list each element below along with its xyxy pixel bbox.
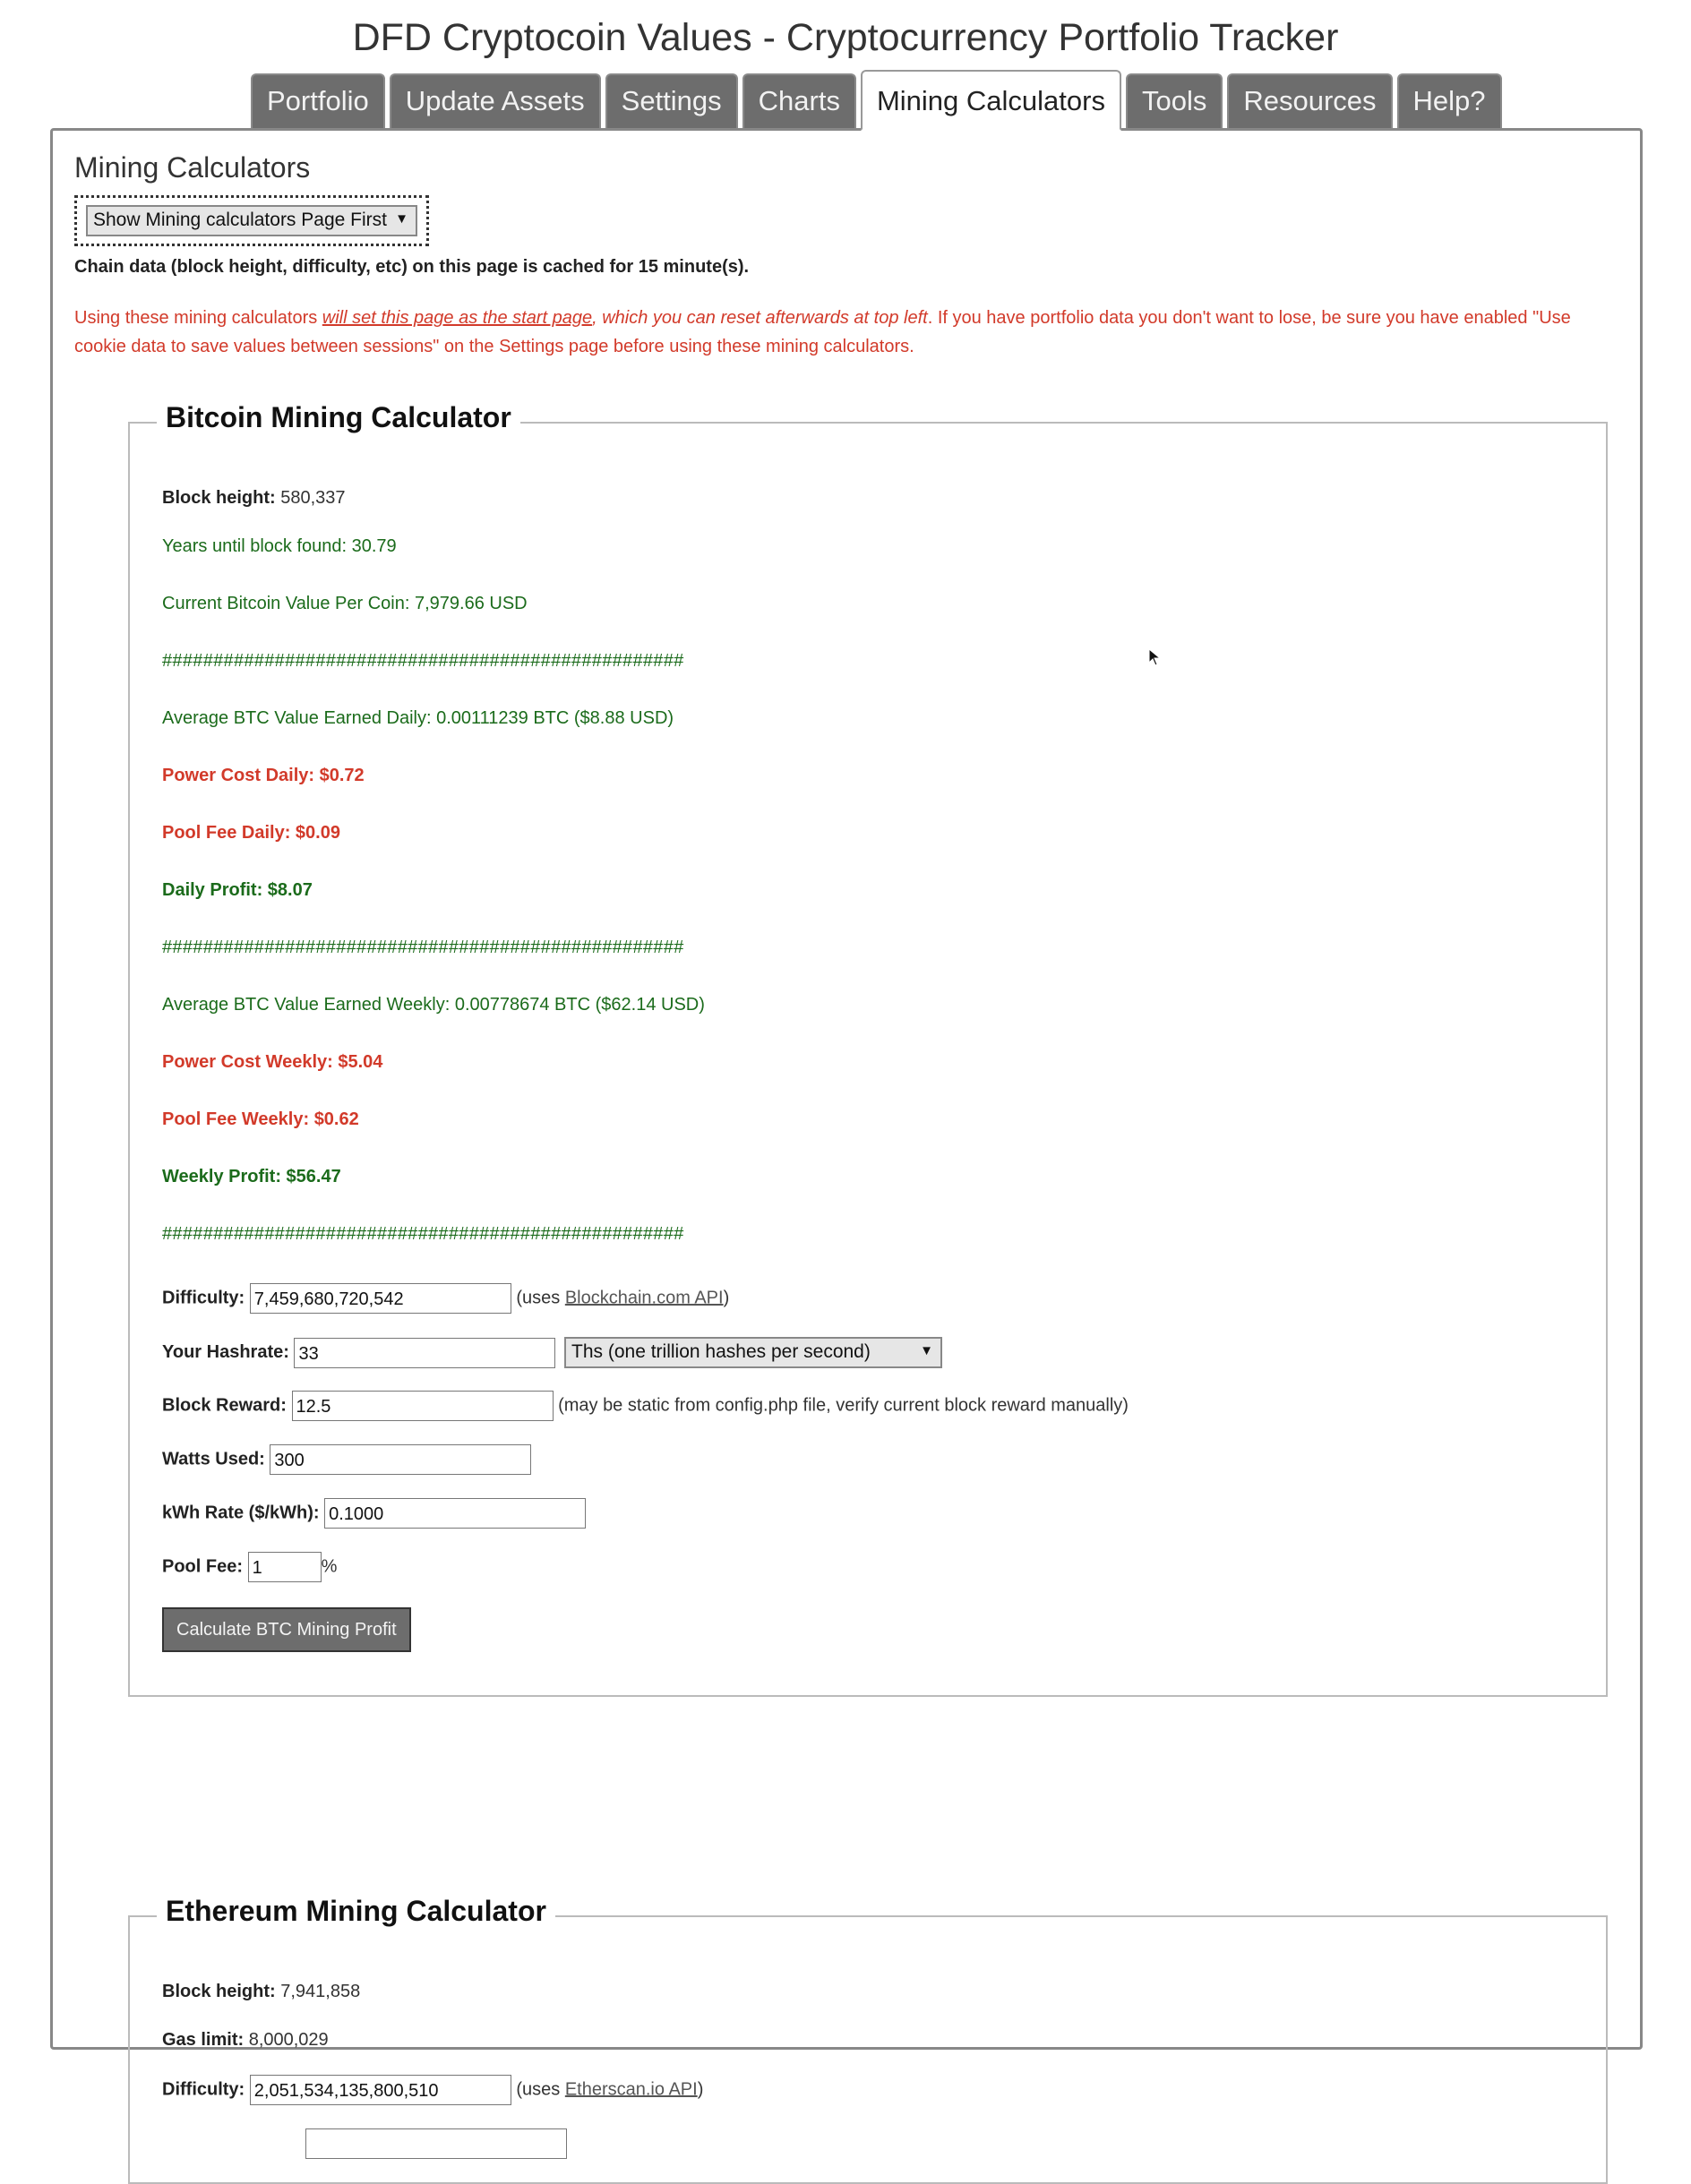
btc-pool-fee-daily: Pool Fee Daily: $0.09 bbox=[162, 823, 340, 843]
eth-api-link[interactable]: Etherscan.io API bbox=[565, 2079, 698, 2099]
btc-kwh-input[interactable]: 0.1000 bbox=[324, 1498, 587, 1529]
btc-block-height: Block height: 580,337 bbox=[162, 488, 346, 509]
eth-difficulty-input[interactable]: 2,051,534,135,800,510 bbox=[249, 2075, 511, 2105]
btc-pool-fee-unit: % bbox=[321, 1556, 338, 1577]
section-title: Mining Calculators bbox=[74, 151, 311, 184]
cache-note: Chain data (block height, difficulty, et… bbox=[74, 257, 750, 277]
mouse-cursor-icon bbox=[1148, 648, 1161, 666]
tab-resources[interactable]: Resources bbox=[1227, 73, 1393, 129]
btc-power-cost-weekly: Power Cost Weekly: $5.04 bbox=[162, 1052, 383, 1072]
btc-pool-fee-label: Pool Fee: bbox=[162, 1556, 244, 1577]
page-title: DFD Cryptocoin Values - Cryptocurrency P… bbox=[352, 16, 1339, 59]
tab-tools[interactable]: Tools bbox=[1125, 73, 1223, 129]
btc-uses-prefix: (uses bbox=[516, 1288, 565, 1308]
btc-watts-row: Watts Used: 300 bbox=[162, 1444, 532, 1475]
warning-text-1: Using these mining calculators bbox=[74, 308, 322, 328]
eth-calculator: Ethereum Mining Calculator Block height:… bbox=[128, 1895, 1608, 2184]
btc-api-link[interactable]: Blockchain.com API bbox=[565, 1288, 724, 1307]
btc-calculator-title: Bitcoin Mining Calculator bbox=[157, 401, 520, 434]
btc-hashrate-label: Your Hashrate: bbox=[162, 1341, 289, 1362]
warning-start-page-link[interactable]: will set this page as the start page bbox=[322, 308, 592, 328]
tab-update-assets[interactable]: Update Assets bbox=[389, 73, 601, 129]
separator: ########################################… bbox=[162, 651, 684, 671]
btc-kwh-row: kWh Rate ($/kWh): 0.1000 bbox=[162, 1498, 587, 1529]
btc-reward-note: (may be static from config.php file, ver… bbox=[558, 1395, 1129, 1416]
eth-difficulty-row: Difficulty: 2,051,534,135,800,510 (uses … bbox=[162, 2075, 703, 2105]
eth-block-height-value: 7,941,858 bbox=[280, 1982, 361, 2001]
eth-uses-suffix: ) bbox=[697, 2079, 704, 2100]
tab-settings[interactable]: Settings bbox=[605, 73, 738, 129]
tab-help[interactable]: Help? bbox=[1396, 73, 1502, 129]
btc-hashrate-row: Your Hashrate: 33 Ths (one trillion hash… bbox=[162, 1337, 943, 1368]
btc-years-until: Years until block found: 30.79 bbox=[162, 536, 397, 556]
eth-gas-limit-label: Gas limit: bbox=[162, 2030, 245, 2050]
eth-difficulty-label: Difficulty: bbox=[162, 2079, 245, 2100]
btc-hashrate-input[interactable]: 33 bbox=[294, 1337, 556, 1368]
btc-power-cost-daily: Power Cost Daily: $0.72 bbox=[162, 766, 365, 785]
chevron-down-icon: ▼ bbox=[920, 1343, 934, 1358]
btc-difficulty-row: Difficulty: 7,459,680,720,542 (uses Bloc… bbox=[162, 1283, 729, 1314]
start-page-select-value: Show Mining calculators Page First bbox=[93, 210, 387, 230]
eth-block-height: Block height: 7,941,858 bbox=[162, 1982, 360, 2002]
btc-pool-fee-input[interactable]: 1 bbox=[247, 1552, 322, 1582]
btc-weekly-profit: Weekly Profit: $56.47 bbox=[162, 1167, 341, 1186]
btc-kwh-label: kWh Rate ($/kWh): bbox=[162, 1503, 320, 1523]
btc-calculator: Bitcoin Mining Calculator Block height: … bbox=[128, 401, 1608, 1697]
btc-hashrate-unit-value: Ths (one trillion hashes per second) bbox=[571, 1341, 871, 1362]
btc-pool-fee-weekly: Pool Fee Weekly: $0.62 bbox=[162, 1109, 359, 1129]
btc-uses-suffix: ) bbox=[723, 1288, 730, 1308]
tab-portfolio[interactable]: Portfolio bbox=[251, 73, 385, 129]
btc-daily-earned: Average BTC Value Earned Daily: 0.001112… bbox=[162, 708, 674, 728]
start-page-warning: Using these mining calculators will set … bbox=[74, 304, 1624, 361]
btc-coin-value: Current Bitcoin Value Per Coin: 7,979.66… bbox=[162, 594, 528, 613]
btc-watts-label: Watts Used: bbox=[162, 1449, 265, 1469]
tab-charts[interactable]: Charts bbox=[742, 73, 856, 129]
btc-reward-label: Block Reward: bbox=[162, 1395, 287, 1416]
eth-gas-limit: Gas limit: 8,000,029 bbox=[162, 2030, 329, 2051]
warning-text-2: , which you can reset afterwards at top … bbox=[592, 308, 928, 328]
eth-uses-prefix: (uses bbox=[516, 2079, 565, 2100]
separator: ########################################… bbox=[162, 1224, 684, 1244]
btc-block-height-value: 580,337 bbox=[280, 488, 346, 508]
start-page-select[interactable]: Show Mining calculators Page First ▼ bbox=[86, 205, 417, 236]
btc-daily-profit: Daily Profit: $8.07 bbox=[162, 880, 313, 900]
content-panel: Mining Calculators Show Mining calculato… bbox=[50, 128, 1643, 2184]
btc-difficulty-input[interactable]: 7,459,680,720,542 bbox=[249, 1283, 511, 1314]
eth-calculator-title: Ethereum Mining Calculator bbox=[157, 1895, 555, 1928]
start-page-select-wrapper: Show Mining calculators Page First ▼ bbox=[74, 195, 429, 246]
chevron-down-icon: ▼ bbox=[395, 211, 408, 227]
btc-hashrate-unit-select[interactable]: Ths (one trillion hashes per second) ▼ bbox=[564, 1337, 943, 1368]
btc-pool-fee-row: Pool Fee: 1% bbox=[162, 1552, 337, 1582]
separator: ########################################… bbox=[162, 938, 684, 957]
calculate-btc-button[interactable]: Calculate BTC Mining Profit bbox=[162, 1607, 411, 1652]
eth-block-height-label: Block height: bbox=[162, 1982, 276, 2001]
tab-bar: Portfolio Update Assets Settings Charts … bbox=[251, 70, 1502, 131]
eth-gas-limit-value: 8,000,029 bbox=[248, 2030, 329, 2050]
btc-difficulty-label: Difficulty: bbox=[162, 1288, 245, 1308]
btc-watts-input[interactable]: 300 bbox=[270, 1444, 532, 1475]
btc-reward-input[interactable]: 12.5 bbox=[291, 1391, 554, 1421]
btc-reward-row: Block Reward: 12.5 (may be static from c… bbox=[162, 1391, 1129, 1421]
btc-block-height-label: Block height: bbox=[162, 488, 276, 508]
eth-next-input[interactable] bbox=[305, 2128, 567, 2159]
eth-next-row bbox=[162, 2128, 567, 2159]
tab-mining-calculators[interactable]: Mining Calculators bbox=[860, 70, 1121, 131]
btc-weekly-earned: Average BTC Value Earned Weekly: 0.00778… bbox=[162, 995, 705, 1015]
